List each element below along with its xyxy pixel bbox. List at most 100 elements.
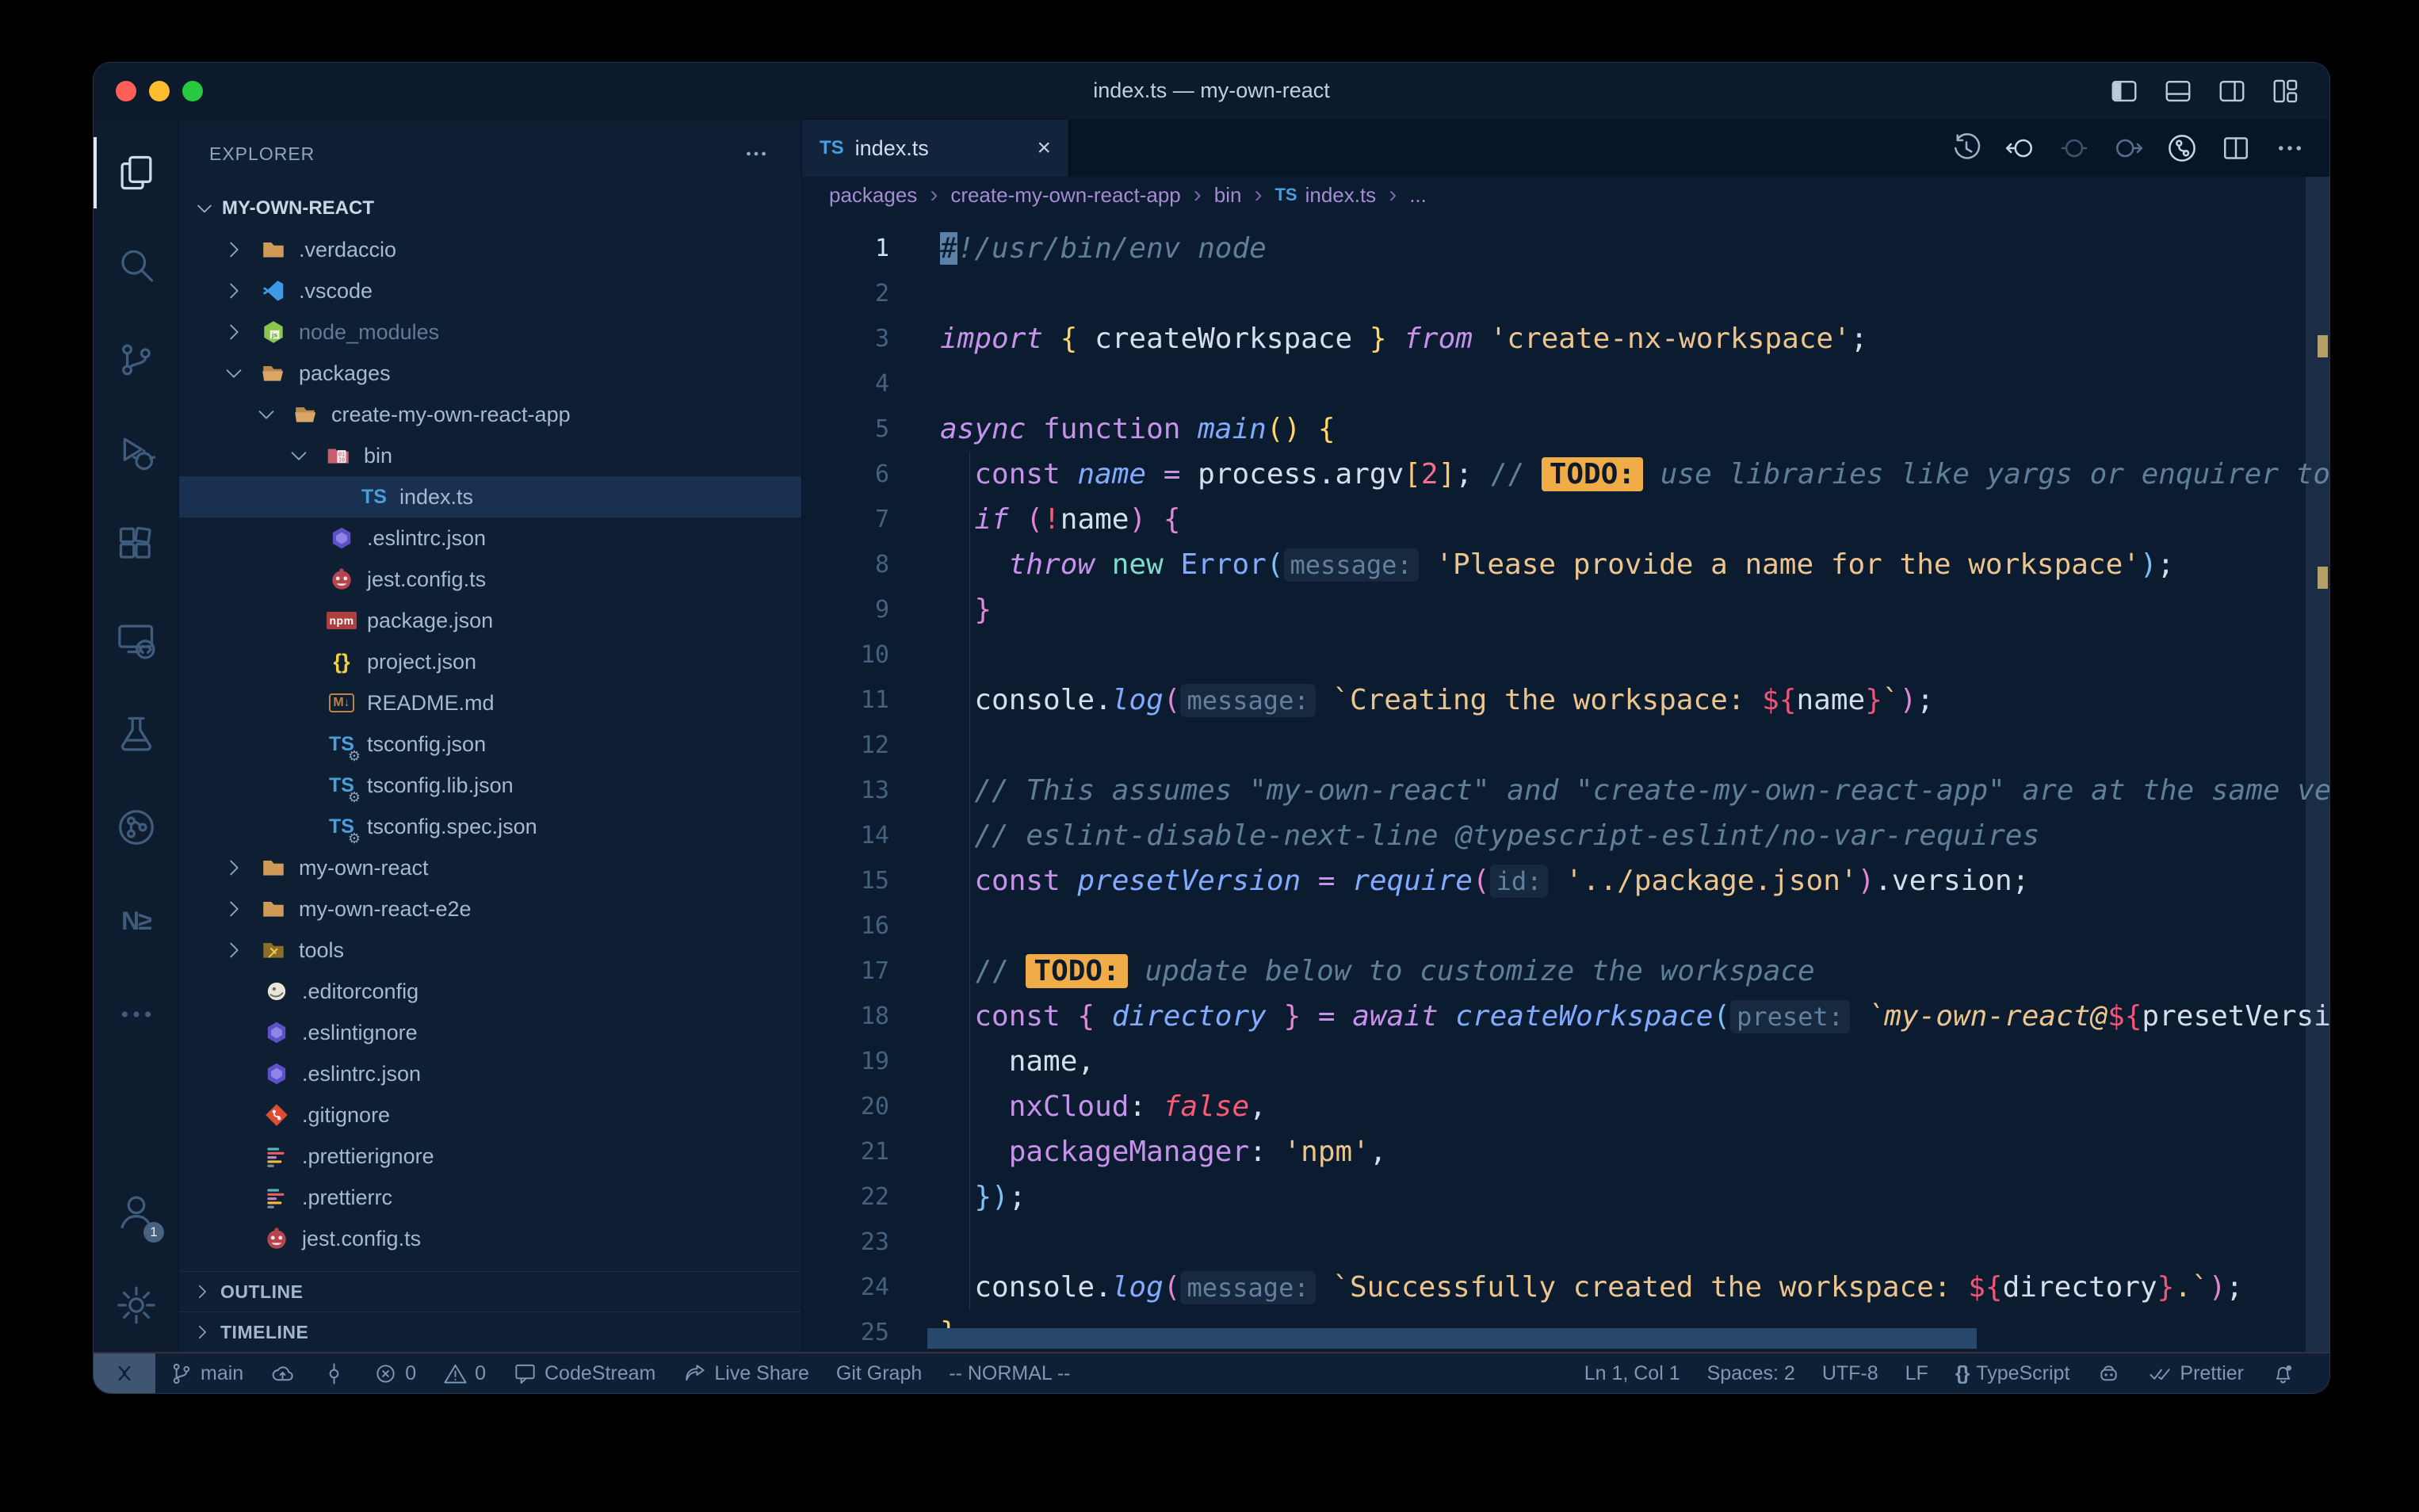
tree-item-.editorconfig[interactable]: .editorconfig (179, 971, 801, 1012)
tree-item-my-own-react-e2e[interactable]: my-own-react-e2e (179, 888, 801, 930)
tree-item-.eslintrc.json[interactable]: .eslintrc.json (179, 1053, 801, 1094)
status-git-graph[interactable]: Git Graph (823, 1354, 935, 1393)
tree-item-.verdaccio[interactable]: .verdaccio (179, 229, 801, 270)
close-window-button[interactable] (116, 81, 136, 101)
tree-item-readme.md[interactable]: M↓README.md (179, 682, 801, 724)
code-line-18[interactable]: 18 const { directory } = await createWor… (802, 994, 2329, 1039)
code-line-24[interactable]: 24 console.log(message: `Successfully cr… (802, 1265, 2329, 1310)
tree-item-my-own-react[interactable]: my-own-react (179, 847, 801, 888)
gitlens-activity-item[interactable] (94, 781, 178, 874)
tree-item-jest.config.ts[interactable]: jest.config.ts (179, 1218, 801, 1259)
tree-item-tsconfig.json[interactable]: TS⚙tsconfig.json (179, 724, 801, 765)
minimize-window-button[interactable] (149, 81, 170, 101)
section-timeline[interactable]: TIMELINE (179, 1312, 801, 1352)
nav-back-icon[interactable] (2004, 132, 2036, 164)
status-utf-8[interactable]: UTF-8 (1809, 1354, 1892, 1393)
search-activity-item[interactable] (94, 220, 178, 313)
test-beaker-activity-item[interactable] (94, 687, 178, 781)
code-line-1[interactable]: 1#!/usr/bin/env node (802, 226, 2329, 271)
files-activity-item[interactable] (94, 126, 178, 220)
status-codestream[interactable]: CodeStream (499, 1354, 669, 1393)
extensions-activity-item[interactable] (94, 500, 178, 594)
status-live-share[interactable]: Live Share (669, 1354, 823, 1393)
tree-item-.eslintignore[interactable]: .eslintignore (179, 1012, 801, 1053)
code-line-7[interactable]: 7 if (!name) { (802, 497, 2329, 542)
status-git-commit-icon[interactable] (308, 1354, 360, 1393)
panel-left-icon[interactable] (2109, 76, 2139, 106)
nav-forward-icon[interactable] (2112, 132, 2144, 164)
tree-item-tsconfig.spec.json[interactable]: TS⚙tsconfig.spec.json (179, 806, 801, 847)
breadcrumb-item[interactable]: packages (829, 183, 917, 208)
tree-item-tsconfig.lib.json[interactable]: TS⚙tsconfig.lib.json (179, 765, 801, 806)
code-line-23[interactable]: 23 (802, 1220, 2329, 1265)
code-line-12[interactable]: 12 (802, 723, 2329, 768)
code-line-6[interactable]: 6 const name = process.argv[2]; // TODO:… (802, 452, 2329, 497)
code-line-22[interactable]: 22 }); (802, 1174, 2329, 1220)
run-debug-activity-item[interactable] (94, 407, 178, 500)
status-bell-icon[interactable] (2257, 1354, 2309, 1393)
nx-console-activity-item[interactable]: N≥ (94, 874, 178, 968)
layout-icon[interactable] (2271, 76, 2301, 106)
code-line-14[interactable]: 14 // eslint-disable-next-line @typescri… (802, 813, 2329, 858)
tree-item-node-modules[interactable]: jsnode_modules (179, 311, 801, 353)
code-line-19[interactable]: 19 name, (802, 1039, 2329, 1084)
status-main[interactable]: main (155, 1354, 257, 1393)
close-icon[interactable]: × (1037, 135, 1051, 162)
remote-explorer-activity-item[interactable] (94, 594, 178, 687)
more-activity-item[interactable] (94, 968, 178, 1061)
status-0[interactable]: 0 (360, 1354, 430, 1393)
code-line-15[interactable]: 15 const presetVersion = require(id: '..… (802, 858, 2329, 903)
tree-root-my-own-react[interactable]: MY-OWN-REACT (179, 188, 801, 229)
zoom-window-button[interactable] (182, 81, 203, 101)
tree-item-.eslintrc.json[interactable]: .eslintrc.json (179, 517, 801, 559)
code-line-3[interactable]: 3import { createWorkspace } from 'create… (802, 316, 2329, 361)
more-icon[interactable] (743, 140, 770, 167)
tree-item-.prettierignore[interactable]: .prettierignore (179, 1136, 801, 1177)
nav-circle-icon[interactable] (2058, 132, 2090, 164)
tree-item-.prettierrc[interactable]: .prettierrc (179, 1177, 801, 1218)
more-icon[interactable] (2274, 132, 2306, 164)
tree-item-.gitignore[interactable]: .gitignore (179, 1094, 801, 1136)
tree-item-package.json[interactable]: npmpackage.json (179, 600, 801, 641)
breadcrumb-item[interactable]: bin (1214, 183, 1242, 208)
tree-item-tools[interactable]: tools (179, 930, 801, 971)
tree-item-project.json[interactable]: {}project.json (179, 641, 801, 682)
code-line-11[interactable]: 11 console.log(message: `Creating the wo… (802, 678, 2329, 723)
tree-item-jest.config.ts[interactable]: jest.config.ts (179, 559, 801, 600)
code-line-5[interactable]: 5async function main() { (802, 407, 2329, 452)
breadcrumb-item[interactable]: ... (1409, 183, 1427, 208)
history-icon[interactable] (1951, 132, 1982, 164)
breadcrumb-item[interactable]: TSindex.ts (1274, 183, 1376, 208)
status-cloud-upload-icon[interactable] (257, 1354, 308, 1393)
section-outline[interactable]: OUTLINE (179, 1271, 801, 1312)
tree-item-packages[interactable]: packages (179, 353, 801, 394)
tree-item-index.ts[interactable]: TSindex.ts (179, 476, 801, 517)
status-spaces-2[interactable]: Spaces: 2 (1694, 1354, 1809, 1393)
code-line-17[interactable]: 17 // TODO: update below to customize th… (802, 949, 2329, 994)
panel-bottom-icon[interactable] (2163, 76, 2193, 106)
status-typescript[interactable]: {}TypeScript (1942, 1354, 2084, 1393)
tree-item-bin[interactable]: 0110bin (179, 435, 801, 476)
tree-item-.vscode[interactable]: .vscode (179, 270, 801, 311)
tab-index-ts[interactable]: TS index.ts × (802, 120, 1069, 177)
account-activity-item[interactable]: 1 (94, 1165, 178, 1258)
status-lf[interactable]: LF (1892, 1354, 1942, 1393)
code-line-8[interactable]: 8 throw new Error(message: 'Please provi… (802, 542, 2329, 587)
code-line-9[interactable]: 9 } (802, 587, 2329, 632)
breadcrumb-item[interactable]: create-my-own-react-app (950, 183, 1180, 208)
status-0[interactable]: 0 (430, 1354, 499, 1393)
split-editor-icon[interactable] (2220, 132, 2252, 164)
status--normal-[interactable]: -- NORMAL -- (935, 1354, 1083, 1393)
remote-indicator[interactable] (94, 1354, 155, 1393)
code-line-10[interactable]: 10 (802, 632, 2329, 678)
source-control-activity-item[interactable] (94, 313, 178, 407)
status-copilot-robot-icon[interactable] (2083, 1354, 2134, 1393)
tree-item-create-my-own-react-app[interactable]: create-my-own-react-app (179, 394, 801, 435)
horizontal-scrollbar[interactable] (927, 1328, 1977, 1349)
code-editor[interactable]: 1#!/usr/bin/env node23import { createWor… (802, 213, 2329, 1352)
code-line-21[interactable]: 21 packageManager: 'npm', (802, 1129, 2329, 1174)
status-ln-1-col-1[interactable]: Ln 1, Col 1 (1571, 1354, 1694, 1393)
code-line-2[interactable]: 2 (802, 271, 2329, 316)
code-line-4[interactable]: 4 (802, 361, 2329, 407)
code-line-20[interactable]: 20 nxCloud: false, (802, 1084, 2329, 1129)
